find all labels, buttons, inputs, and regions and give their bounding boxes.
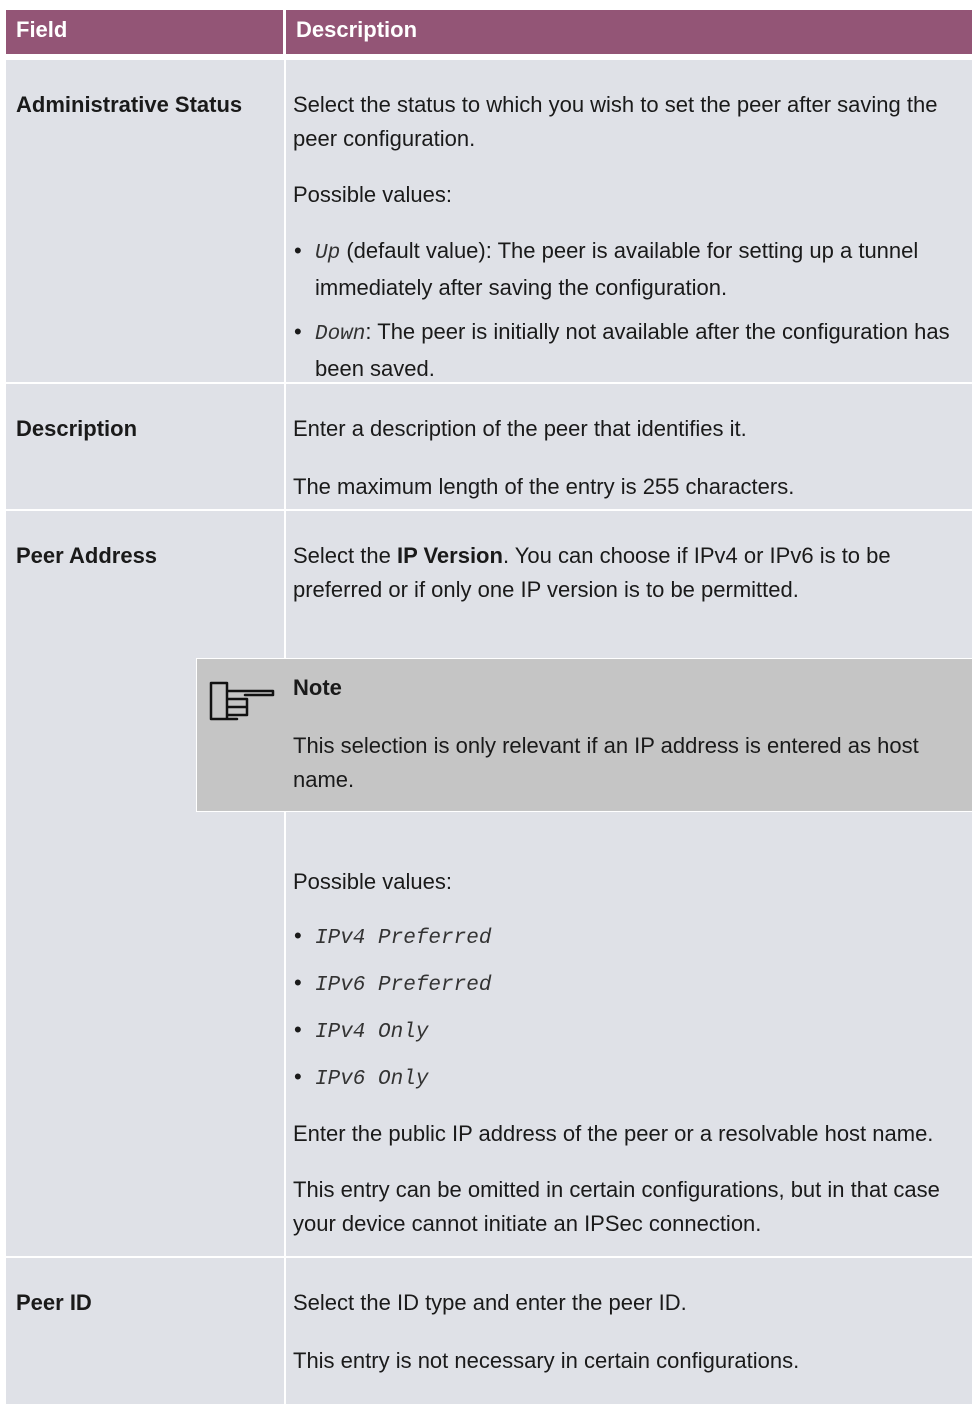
paragraph: Select the status to which you wish to s…: [293, 92, 938, 151]
header-field: Field: [6, 10, 286, 54]
text-segment: Select the: [293, 543, 397, 568]
list-item: Up (default value): The peer is availabl…: [293, 234, 968, 305]
paragraph: Select the ID type and enter the peer ID…: [293, 1290, 687, 1315]
table-row-description: Description Enter a description of the p…: [6, 382, 972, 509]
value-code: IPv4 Only: [315, 1021, 429, 1044]
field-name: Peer Address: [6, 511, 286, 1256]
ip-version-label: IP Version: [396, 543, 503, 568]
field-description: Select the IP Version. You can choose if…: [286, 511, 972, 1256]
table-row-peer-id: Peer ID Select the ID type and enter the…: [6, 1256, 972, 1404]
list-item: Down: The peer is initially not availabl…: [293, 315, 968, 386]
paragraph: Enter a description of the peer that ide…: [293, 416, 747, 441]
note-title: Note: [293, 675, 342, 700]
header-description: Description: [296, 17, 418, 42]
field-name: Administrative Status: [6, 60, 286, 382]
table-row-administrative-status: Administrative Status Select the status …: [6, 58, 972, 382]
field-description-table: Field Description Administrative Status …: [6, 10, 972, 1404]
paragraph: This entry is not necessary in certain c…: [293, 1348, 800, 1373]
value-text: (default value): The peer is available f…: [315, 238, 919, 300]
paragraph: The maximum length of the entry is 255 c…: [293, 474, 795, 499]
list-item: IPv6 Preferred: [293, 966, 968, 1003]
list-item: IPv6 Only: [293, 1060, 968, 1097]
field-name: Peer ID: [6, 1258, 286, 1404]
note-text: This selection is only relevant if an IP…: [293, 733, 919, 792]
value-text: : The peer is initially not available af…: [315, 319, 950, 381]
paragraph: This entry can be omitted in certain con…: [293, 1177, 940, 1236]
paragraph: Possible values:: [293, 182, 452, 207]
paragraph: Possible values:: [293, 869, 452, 894]
field-description: Select the ID type and enter the peer ID…: [286, 1258, 972, 1404]
value-code: IPv6 Preferred: [315, 974, 492, 997]
field-name: Description: [6, 384, 286, 509]
paragraph: Enter the public IP address of the peer …: [293, 1121, 934, 1146]
table-row-peer-address: Peer Address Select the IP Version. You …: [6, 509, 972, 1256]
value-list: IPv4 Preferred IPv6 Preferred IPv4 Only …: [293, 919, 968, 1097]
note-box: Note This selection is only relevant if …: [196, 658, 972, 812]
paragraph: Select the IP Version. You can choose if…: [293, 539, 968, 607]
list-item: IPv4 Preferred: [293, 919, 968, 956]
value-list: Up (default value): The peer is availabl…: [293, 234, 968, 386]
value-code: IPv4 Preferred: [315, 927, 492, 950]
field-description: Enter a description of the peer that ide…: [286, 384, 972, 509]
table-header: Field Description: [6, 10, 972, 58]
value-code: IPv6 Only: [315, 1068, 429, 1091]
pointing-hand-icon: [209, 681, 275, 721]
field-description: Select the status to which you wish to s…: [286, 60, 972, 382]
value-code: Up: [315, 242, 341, 265]
list-item: IPv4 Only: [293, 1013, 968, 1050]
value-code: Down: [315, 323, 366, 346]
